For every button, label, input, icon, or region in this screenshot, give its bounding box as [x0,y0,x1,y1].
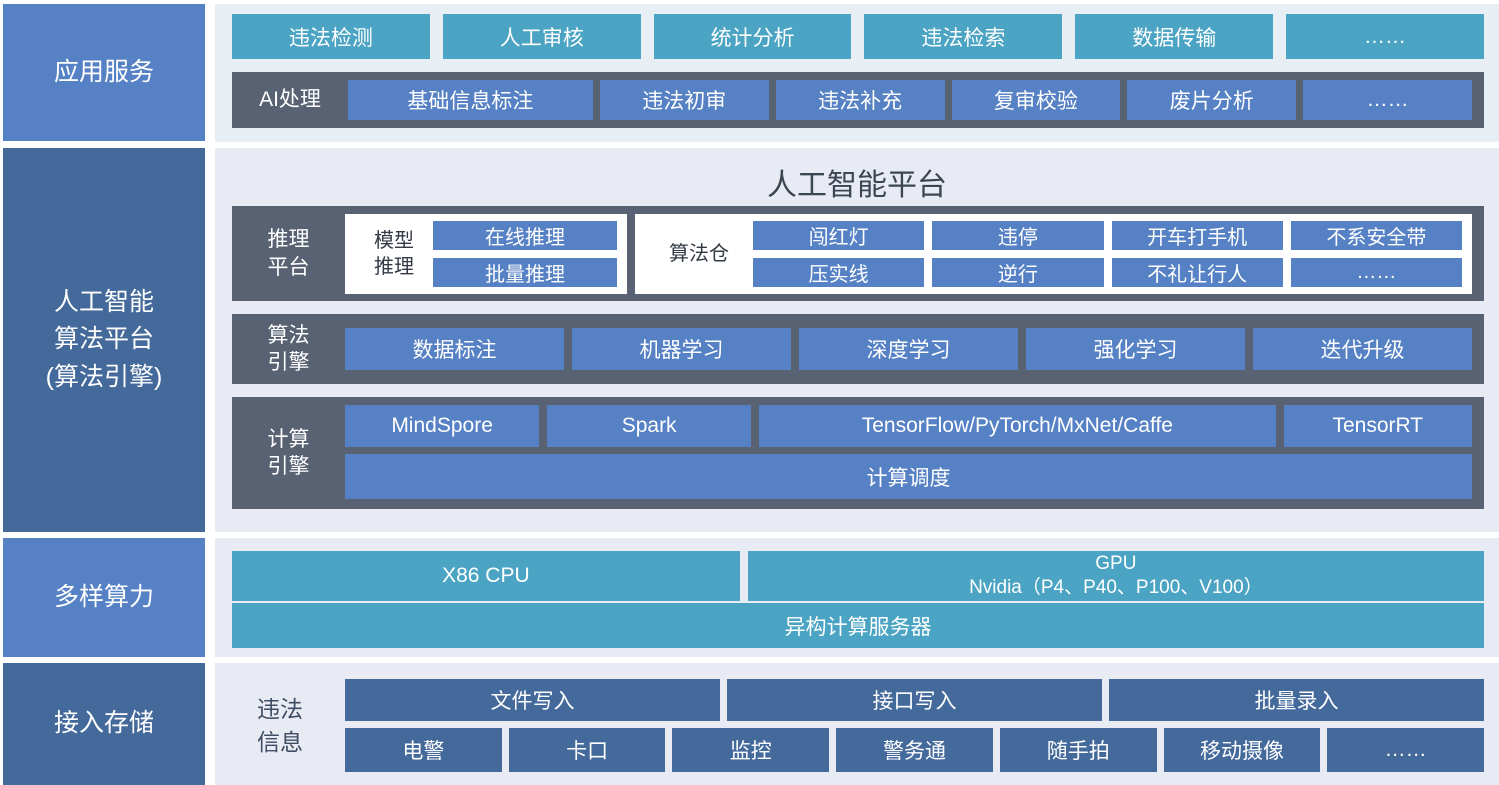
sidebar-ai-algorithm-platform: 人工智能 算法平台 (算法引擎) [3,148,205,532]
compute-framework-block: Spark [547,405,751,447]
model-inference-box: 模型 推理 在线推理 批量推理 [345,214,627,294]
info-label-line: 信息 [257,726,303,759]
data-source-block: 电警 [345,728,502,772]
ai-platform-architecture-diagram: 应用服务 人工智能 算法平台 (算法引擎) 多样算力 接入存储 违法检测 人工审… [0,0,1499,785]
data-source-block: 移动摄像 [1164,728,1321,772]
algorithm-block: 不系安全带 [1291,221,1462,250]
ai-process-bar-label: AI处理 [232,86,348,113]
inference-label-line: 平台 [232,254,345,281]
ai-process-row: 基础信息标注 违法初审 违法补充 复审校验 废片分析 …… [348,80,1484,120]
panel-computing-power: X86 CPU GPU Nvidia（P4、P40、P100、V100） 异构计… [215,538,1499,657]
compute-scheduling-block: 计算调度 [345,454,1472,499]
algorithm-engine-bar: 算法 引擎 数据标注 机器学习 深度学习 强化学习 迭代升级 [232,314,1484,384]
gpu-line: Nvidia（P4、P40、P100、V100） [969,576,1263,600]
info-label-line: 违法 [257,693,303,726]
ai-process-block: 废片分析 [1127,80,1296,120]
algorithm-warehouse-label: 算法仓 [645,241,753,267]
algorithm-block: 开车打手机 [1112,221,1283,250]
model-inference-label: 模型 推理 [355,228,433,280]
app-service-block: 人工审核 [443,14,641,59]
sidebar-ai-line-1: 人工智能 [46,284,163,322]
algorithm-block: 闯红灯 [753,221,924,250]
algorithm-warehouse-grid: 闯红灯 违停 开车打手机 不系安全带 压实线 逆行 不礼让行人 …… [753,221,1462,287]
model-label-line: 模型 [374,230,414,252]
compute-framework-block: TensorFlow/PyTorch/MxNet/Caffe [759,405,1276,447]
data-source-row: 电警 卡口 监控 警务通 随手拍 移动摄像 …… [345,728,1484,772]
illegal-info-label: 违法 信息 [215,679,345,773]
ai-process-block-more: …… [1303,80,1472,120]
algorithm-block: 不礼让行人 [1112,258,1283,287]
data-source-block: 卡口 [509,728,666,772]
write-method-row: 文件写入 接口写入 批量录入 [345,679,1484,721]
algorithm-warehouse-box: 算法仓 闯红灯 违停 开车打手机 不系安全带 压实线 逆行 不礼让行人 …… [635,214,1472,294]
app-service-block: 统计分析 [654,14,852,59]
panel-ai-platform: 人工智能平台 推理 平台 模型 推理 在线推理 批量推理 [215,148,1499,532]
algorithm-block-more: …… [1291,258,1462,287]
ai-process-block: 违法补充 [776,80,945,120]
model-inference-block: 批量推理 [433,258,617,287]
algo-label-line: 算法 [232,322,345,349]
gpu-line: GPU [1095,552,1136,576]
algorithm-block: 压实线 [753,258,924,287]
model-inference-stack: 在线推理 批量推理 [433,221,617,287]
algorithm-engine-content: 数据标注 机器学习 深度学习 强化学习 迭代升级 [345,314,1484,384]
sidebar-ai-line-3: (算法引擎) [46,359,163,397]
compute-framework-block: MindSpore [345,405,539,447]
data-source-block: 随手拍 [1000,728,1157,772]
compute-label-line: 计算 [232,426,345,453]
heterogeneous-server-block: 异构计算服务器 [232,603,1484,648]
algorithm-block: 违停 [932,221,1103,250]
algo-engine-block: 深度学习 [799,328,1018,370]
model-inference-block: 在线推理 [433,221,617,250]
compute-label-line: 引擎 [232,453,345,480]
ai-process-block: 复审校验 [952,80,1121,120]
cpu-block: X86 CPU [232,551,740,601]
algo-engine-block: 强化学习 [1026,328,1245,370]
algorithm-block: 逆行 [932,258,1103,287]
app-service-block: 违法检测 [232,14,430,59]
sidebar-ai-line-2: 算法平台 [46,321,163,359]
compute-engine-content: MindSpore Spark TensorFlow/PyTorch/MxNet… [345,397,1484,509]
compute-engine-row: MindSpore Spark TensorFlow/PyTorch/MxNet… [345,405,1472,447]
gpu-block: GPU Nvidia（P4、P40、P100、V100） [748,551,1484,601]
inference-platform-label: 推理 平台 [232,206,345,301]
ai-platform-title: 人工智能平台 [215,148,1499,206]
algo-label-line: 引擎 [232,349,345,376]
app-service-block-more: …… [1286,14,1484,59]
write-method-block: 文件写入 [345,679,720,721]
panel-access-storage: 违法 信息 文件写入 接口写入 批量录入 电警 卡口 监控 警务通 随手拍 移动… [215,663,1499,785]
algorithm-engine-label: 算法 引擎 [232,314,345,384]
compute-engine-label: 计算 引擎 [232,397,345,509]
sidebar-app-services: 应用服务 [3,4,205,141]
access-storage-content: 文件写入 接口写入 批量录入 电警 卡口 监控 警务通 随手拍 移动摄像 …… [345,679,1484,773]
app-service-block: 数据传输 [1075,14,1273,59]
data-source-block-more: …… [1327,728,1484,772]
app-service-block: 违法检索 [864,14,1062,59]
algo-engine-block: 迭代升级 [1253,328,1472,370]
compute-framework-block: TensorRT [1284,405,1472,447]
model-label-line: 推理 [374,256,414,278]
inference-platform-bar: 推理 平台 模型 推理 在线推理 批量推理 算法仓 [232,206,1484,301]
algo-engine-block: 机器学习 [572,328,791,370]
inference-label-line: 推理 [232,226,345,253]
compute-engine-bar: 计算 引擎 MindSpore Spark TensorFlow/PyTorch… [232,397,1484,509]
ai-process-bar: AI处理 基础信息标注 违法初审 违法补充 复审校验 废片分析 …… [232,72,1484,128]
algo-engine-block: 数据标注 [345,328,564,370]
write-method-block: 批量录入 [1109,679,1484,721]
ai-process-block: 违法初审 [600,80,769,120]
sidebar-access-storage: 接入存储 [3,663,205,785]
ai-process-block: 基础信息标注 [348,80,593,120]
data-source-block: 监控 [672,728,829,772]
inference-platform-content: 模型 推理 在线推理 批量推理 算法仓 闯红灯 违停 开车打手机 不系安全带 [345,206,1484,301]
write-method-block: 接口写入 [727,679,1102,721]
panel-app-services: 违法检测 人工审核 统计分析 违法检索 数据传输 …… AI处理 基础信息标注 … [215,4,1499,142]
data-source-block: 警务通 [836,728,993,772]
computing-power-row: X86 CPU GPU Nvidia（P4、P40、P100、V100） [232,551,1484,601]
sidebar-computing-power: 多样算力 [3,538,205,657]
app-service-row: 违法检测 人工审核 统计分析 违法检索 数据传输 …… [215,4,1499,59]
